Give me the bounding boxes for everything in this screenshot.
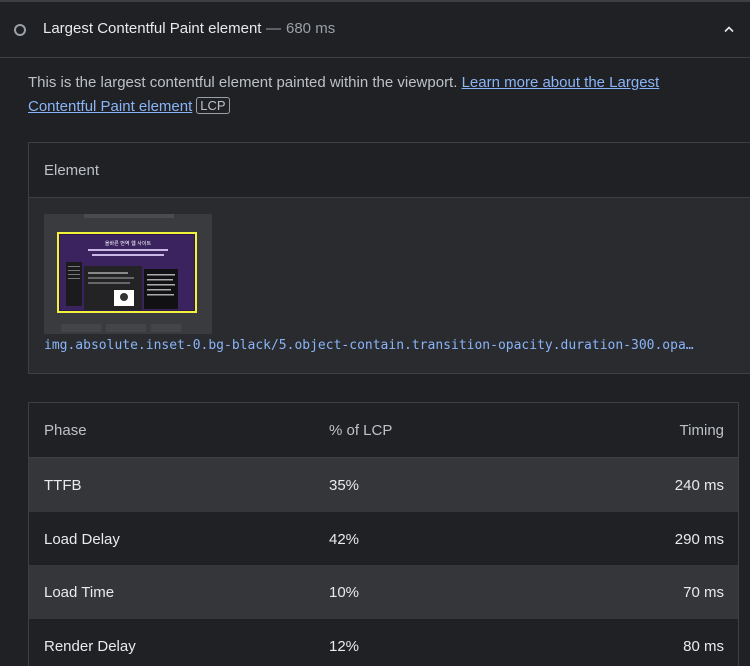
lcp-audit-panel: Largest Contentful Paint element — 680 m… <box>0 0 750 666</box>
lcp-phase-table: Phase % of LCP Timing TTFB 35% 240 ms Lo… <box>28 402 739 666</box>
status-circle-icon <box>14 24 26 36</box>
audit-description: This is the largest contentful element p… <box>28 71 728 119</box>
percent-cell: 12% <box>329 637 360 655</box>
collapse-button[interactable] <box>716 16 742 42</box>
percent-column-header: % of LCP <box>329 422 393 439</box>
chevron-up-icon <box>724 26 734 33</box>
timing-cell: 290 ms <box>674 530 724 548</box>
timing-cell: 80 ms <box>683 637 724 655</box>
phase-table-header: Phase % of LCP Timing <box>29 403 738 458</box>
table-row: Load Delay 42% 290 ms <box>29 511 738 565</box>
timing-cell: 240 ms <box>674 477 724 494</box>
element-selector-link[interactable]: img.absolute.inset-0.bg-black/5.object-c… <box>44 338 694 353</box>
thumbnail-heading: 올바른 번역 웹 사이트 <box>105 240 152 247</box>
audit-separator: — <box>266 20 281 37</box>
phase-cell: Load Delay <box>44 530 120 548</box>
timing-cell: 70 ms <box>683 584 724 601</box>
phase-cell: Load Time <box>44 584 115 601</box>
phase-column-header: Phase <box>44 422 87 439</box>
element-table: Element 올바른 번역 웹 사이트 img.absolute.inset-… <box>28 142 750 374</box>
table-row: TTFB 35% 240 ms <box>29 458 738 512</box>
element-thumbnail[interactable]: 올바른 번역 웹 사이트 <box>44 214 212 334</box>
audit-title: Largest Contentful Paint element <box>43 20 262 37</box>
percent-cell: 10% <box>329 584 360 601</box>
table-row: Render Delay 12% 80 ms <box>29 618 738 666</box>
audit-value: 680 ms <box>286 20 336 37</box>
audit-header[interactable]: Largest Contentful Paint element — 680 m… <box>0 2 750 58</box>
timing-column-header: Timing <box>679 422 724 439</box>
percent-cell: 42% <box>329 530 360 548</box>
percent-cell: 35% <box>329 477 360 494</box>
phase-cell: Render Delay <box>44 637 136 655</box>
lcp-badge: LCP <box>196 97 230 114</box>
description-text: This is the largest contentful element p… <box>28 74 462 91</box>
lcp-element-screenshot: 올바른 번역 웹 사이트 <box>44 214 212 334</box>
element-column-header: Element <box>44 162 100 179</box>
table-row: Load Time 10% 70 ms <box>29 565 738 619</box>
element-table-header: Element <box>29 143 750 198</box>
phase-cell: TTFB <box>44 477 82 494</box>
